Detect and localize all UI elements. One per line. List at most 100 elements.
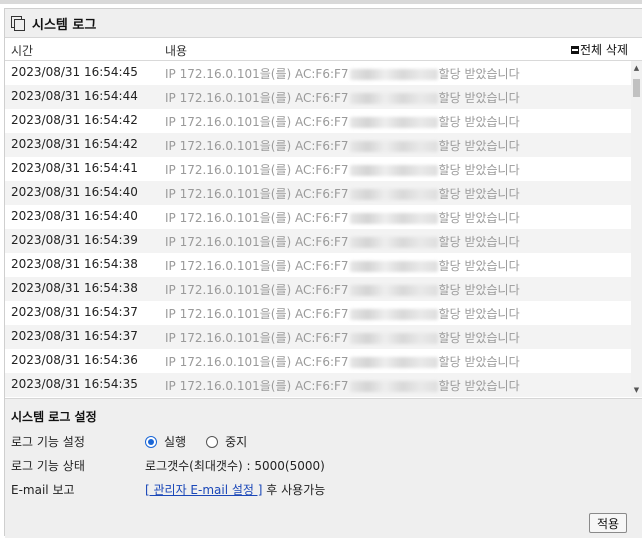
log-time: 2023/08/31 16:54:38 bbox=[11, 257, 138, 271]
redacted-mac bbox=[349, 261, 438, 272]
system-log-panel: 시스템 로그 시간 내용 전체 삭제 2023/08/31 16:54:45 IP… bbox=[4, 8, 642, 538]
panel-title: 시스템 로그 bbox=[32, 17, 97, 33]
log-message: IP 172.16.0.101을(를) AC:F6:F7 할당 받았습니다 bbox=[165, 353, 520, 370]
log-time: 2023/08/31 16:54:36 bbox=[11, 353, 138, 367]
log-message: IP 172.16.0.101을(를) AC:F6:F7 할당 받았습니다 bbox=[165, 209, 520, 226]
log-row: 2023/08/31 16:54:41 IP 172.16.0.101을(를) A… bbox=[5, 157, 631, 181]
log-time: 2023/08/31 16:54:40 bbox=[11, 185, 138, 199]
log-message-prefix: IP 172.16.0.101을(를) AC:F6:F7 bbox=[165, 259, 349, 273]
log-message-suffix: 할당 받았습니다 bbox=[438, 67, 520, 81]
log-message: IP 172.16.0.101을(를) AC:F6:F7 할당 받았습니다 bbox=[165, 137, 520, 154]
redacted-mac bbox=[349, 333, 438, 344]
minus-box-icon bbox=[571, 45, 580, 54]
log-time: 2023/08/31 16:54:42 bbox=[11, 113, 138, 127]
log-message-prefix: IP 172.16.0.101을(를) AC:F6:F7 bbox=[165, 307, 349, 321]
stop-radio[interactable] bbox=[206, 435, 219, 448]
log-message-suffix: 할당 받았습니다 bbox=[438, 283, 520, 297]
log-settings-section: 시스템 로그 설정 로그 기능 설정 실행 중지 로그 기능 상태 로그갯수(최… bbox=[5, 398, 642, 538]
log-message-prefix: IP 172.16.0.101을(를) AC:F6:F7 bbox=[165, 283, 349, 297]
column-header-time: 시간 bbox=[11, 44, 34, 58]
log-message-suffix: 할당 받았습니다 bbox=[438, 379, 520, 393]
redacted-mac bbox=[349, 117, 438, 128]
log-message-prefix: IP 172.16.0.101을(를) AC:F6:F7 bbox=[165, 235, 349, 249]
log-table-header: 시간 내용 전체 삭제 bbox=[5, 38, 642, 61]
log-time: 2023/08/31 16:54:44 bbox=[11, 89, 138, 103]
log-row: 2023/08/31 16:54:42 IP 172.16.0.101을(를) A… bbox=[5, 133, 631, 157]
stop-radio-label[interactable]: 중지 bbox=[225, 433, 247, 450]
redacted-mac bbox=[349, 309, 438, 320]
redacted-mac bbox=[349, 93, 438, 104]
admin-email-settings-link[interactable]: [ 관리자 E-mail 설정 ] bbox=[145, 483, 262, 497]
log-time: 2023/08/31 16:54:35 bbox=[11, 377, 138, 391]
log-message: IP 172.16.0.101을(를) AC:F6:F7 할당 받았습니다 bbox=[165, 257, 520, 274]
redacted-mac bbox=[349, 381, 438, 392]
log-row: 2023/08/31 16:54:38 IP 172.16.0.101을(를) A… bbox=[5, 253, 631, 277]
apply-button[interactable]: 적용 bbox=[589, 513, 627, 533]
log-message-prefix: IP 172.16.0.101을(를) AC:F6:F7 bbox=[165, 163, 349, 177]
log-message: IP 172.16.0.101을(를) AC:F6:F7 할당 받았습니다 bbox=[165, 65, 520, 82]
log-message: IP 172.16.0.101을(를) AC:F6:F7 할당 받았습니다 bbox=[165, 377, 520, 394]
log-row: 2023/08/31 16:54:40 IP 172.16.0.101을(를) A… bbox=[5, 181, 631, 205]
log-message-prefix: IP 172.16.0.101을(를) AC:F6:F7 bbox=[165, 211, 349, 225]
log-message-suffix: 할당 받았습니다 bbox=[438, 163, 520, 177]
log-time: 2023/08/31 16:54:37 bbox=[11, 305, 138, 319]
log-row: 2023/08/31 16:54:45 IP 172.16.0.101을(를) A… bbox=[5, 61, 631, 85]
log-message: IP 172.16.0.101을(를) AC:F6:F7 할당 받았습니다 bbox=[165, 305, 520, 322]
log-message-prefix: IP 172.16.0.101을(를) AC:F6:F7 bbox=[165, 187, 349, 201]
redacted-mac bbox=[349, 69, 438, 80]
log-function-options: 실행 중지 bbox=[145, 433, 267, 450]
log-time: 2023/08/31 16:54:39 bbox=[11, 233, 138, 247]
delete-all-label: 전체 삭제 bbox=[580, 43, 628, 57]
scroll-thumb[interactable] bbox=[633, 79, 640, 97]
log-message: IP 172.16.0.101을(를) AC:F6:F7 할당 받았습니다 bbox=[165, 185, 520, 202]
log-message-suffix: 할당 받았습니다 bbox=[438, 307, 520, 321]
log-message: IP 172.16.0.101을(를) AC:F6:F7 할당 받았습니다 bbox=[165, 329, 520, 346]
log-row: 2023/08/31 16:54:37 IP 172.16.0.101을(를) A… bbox=[5, 301, 631, 325]
scroll-up-arrow-icon[interactable]: ▲ bbox=[632, 63, 641, 73]
log-message-suffix: 할당 받았습니다 bbox=[438, 331, 520, 345]
run-radio-label[interactable]: 실행 bbox=[164, 433, 186, 450]
log-row: 2023/08/31 16:54:37 IP 172.16.0.101을(를) A… bbox=[5, 325, 631, 349]
log-time: 2023/08/31 16:54:42 bbox=[11, 137, 138, 151]
copy-windows-icon bbox=[11, 16, 25, 31]
log-time: 2023/08/31 16:54:38 bbox=[11, 281, 138, 295]
log-function-label: 로그 기능 설정 bbox=[11, 435, 85, 449]
log-message-suffix: 할당 받았습니다 bbox=[438, 139, 520, 153]
redacted-mac bbox=[349, 357, 438, 368]
panel-titlebar: 시스템 로그 bbox=[5, 9, 642, 38]
log-message-suffix: 할당 받았습니다 bbox=[438, 259, 520, 273]
log-scrollbar[interactable]: ▲ ▼ bbox=[631, 61, 642, 397]
email-report-suffix: 후 사용가능 bbox=[262, 483, 326, 497]
log-row: 2023/08/31 16:54:38 IP 172.16.0.101을(를) A… bbox=[5, 277, 631, 301]
log-status-label: 로그 기능 상태 bbox=[11, 459, 85, 473]
run-radio[interactable] bbox=[145, 435, 157, 448]
log-message: IP 172.16.0.101을(를) AC:F6:F7 할당 받았습니다 bbox=[165, 161, 520, 178]
log-message: IP 172.16.0.101을(를) AC:F6:F7 할당 받았습니다 bbox=[165, 89, 520, 106]
column-header-message: 내용 bbox=[165, 44, 188, 58]
log-message-suffix: 할당 받았습니다 bbox=[438, 187, 520, 201]
log-message-suffix: 할당 받았습니다 bbox=[438, 355, 520, 369]
log-message: IP 172.16.0.101을(를) AC:F6:F7 할당 받았습니다 bbox=[165, 281, 520, 298]
log-message-prefix: IP 172.16.0.101을(를) AC:F6:F7 bbox=[165, 355, 349, 369]
log-message-prefix: IP 172.16.0.101을(를) AC:F6:F7 bbox=[165, 91, 349, 105]
log-message-prefix: IP 172.16.0.101을(를) AC:F6:F7 bbox=[165, 67, 349, 81]
top-border bbox=[0, 0, 642, 4]
log-row: 2023/08/31 16:54:42 IP 172.16.0.101을(를) A… bbox=[5, 109, 631, 133]
log-message-prefix: IP 172.16.0.101을(를) AC:F6:F7 bbox=[165, 115, 349, 129]
redacted-mac bbox=[349, 189, 438, 200]
log-row: 2023/08/31 16:54:35 IP 172.16.0.101을(를) A… bbox=[5, 373, 631, 397]
log-message-suffix: 할당 받았습니다 bbox=[438, 115, 520, 129]
delete-all-button[interactable]: 전체 삭제 bbox=[571, 41, 628, 58]
log-message: IP 172.16.0.101을(를) AC:F6:F7 할당 받았습니다 bbox=[165, 113, 520, 130]
log-time: 2023/08/31 16:54:37 bbox=[11, 329, 138, 343]
log-list[interactable]: 2023/08/31 16:54:45 IP 172.16.0.101을(를) A… bbox=[5, 61, 631, 397]
log-message-suffix: 할당 받았습니다 bbox=[438, 211, 520, 225]
scroll-down-arrow-icon[interactable]: ▼ bbox=[632, 385, 641, 395]
email-report-label: E-mail 보고 bbox=[11, 483, 75, 497]
log-row: 2023/08/31 16:54:40 IP 172.16.0.101을(를) A… bbox=[5, 205, 631, 229]
redacted-mac bbox=[349, 165, 438, 176]
log-message: IP 172.16.0.101을(를) AC:F6:F7 할당 받았습니다 bbox=[165, 233, 520, 250]
log-row: 2023/08/31 16:54:39 IP 172.16.0.101을(를) A… bbox=[5, 229, 631, 253]
log-message-prefix: IP 172.16.0.101을(를) AC:F6:F7 bbox=[165, 139, 349, 153]
log-message-suffix: 할당 받았습니다 bbox=[438, 235, 520, 249]
